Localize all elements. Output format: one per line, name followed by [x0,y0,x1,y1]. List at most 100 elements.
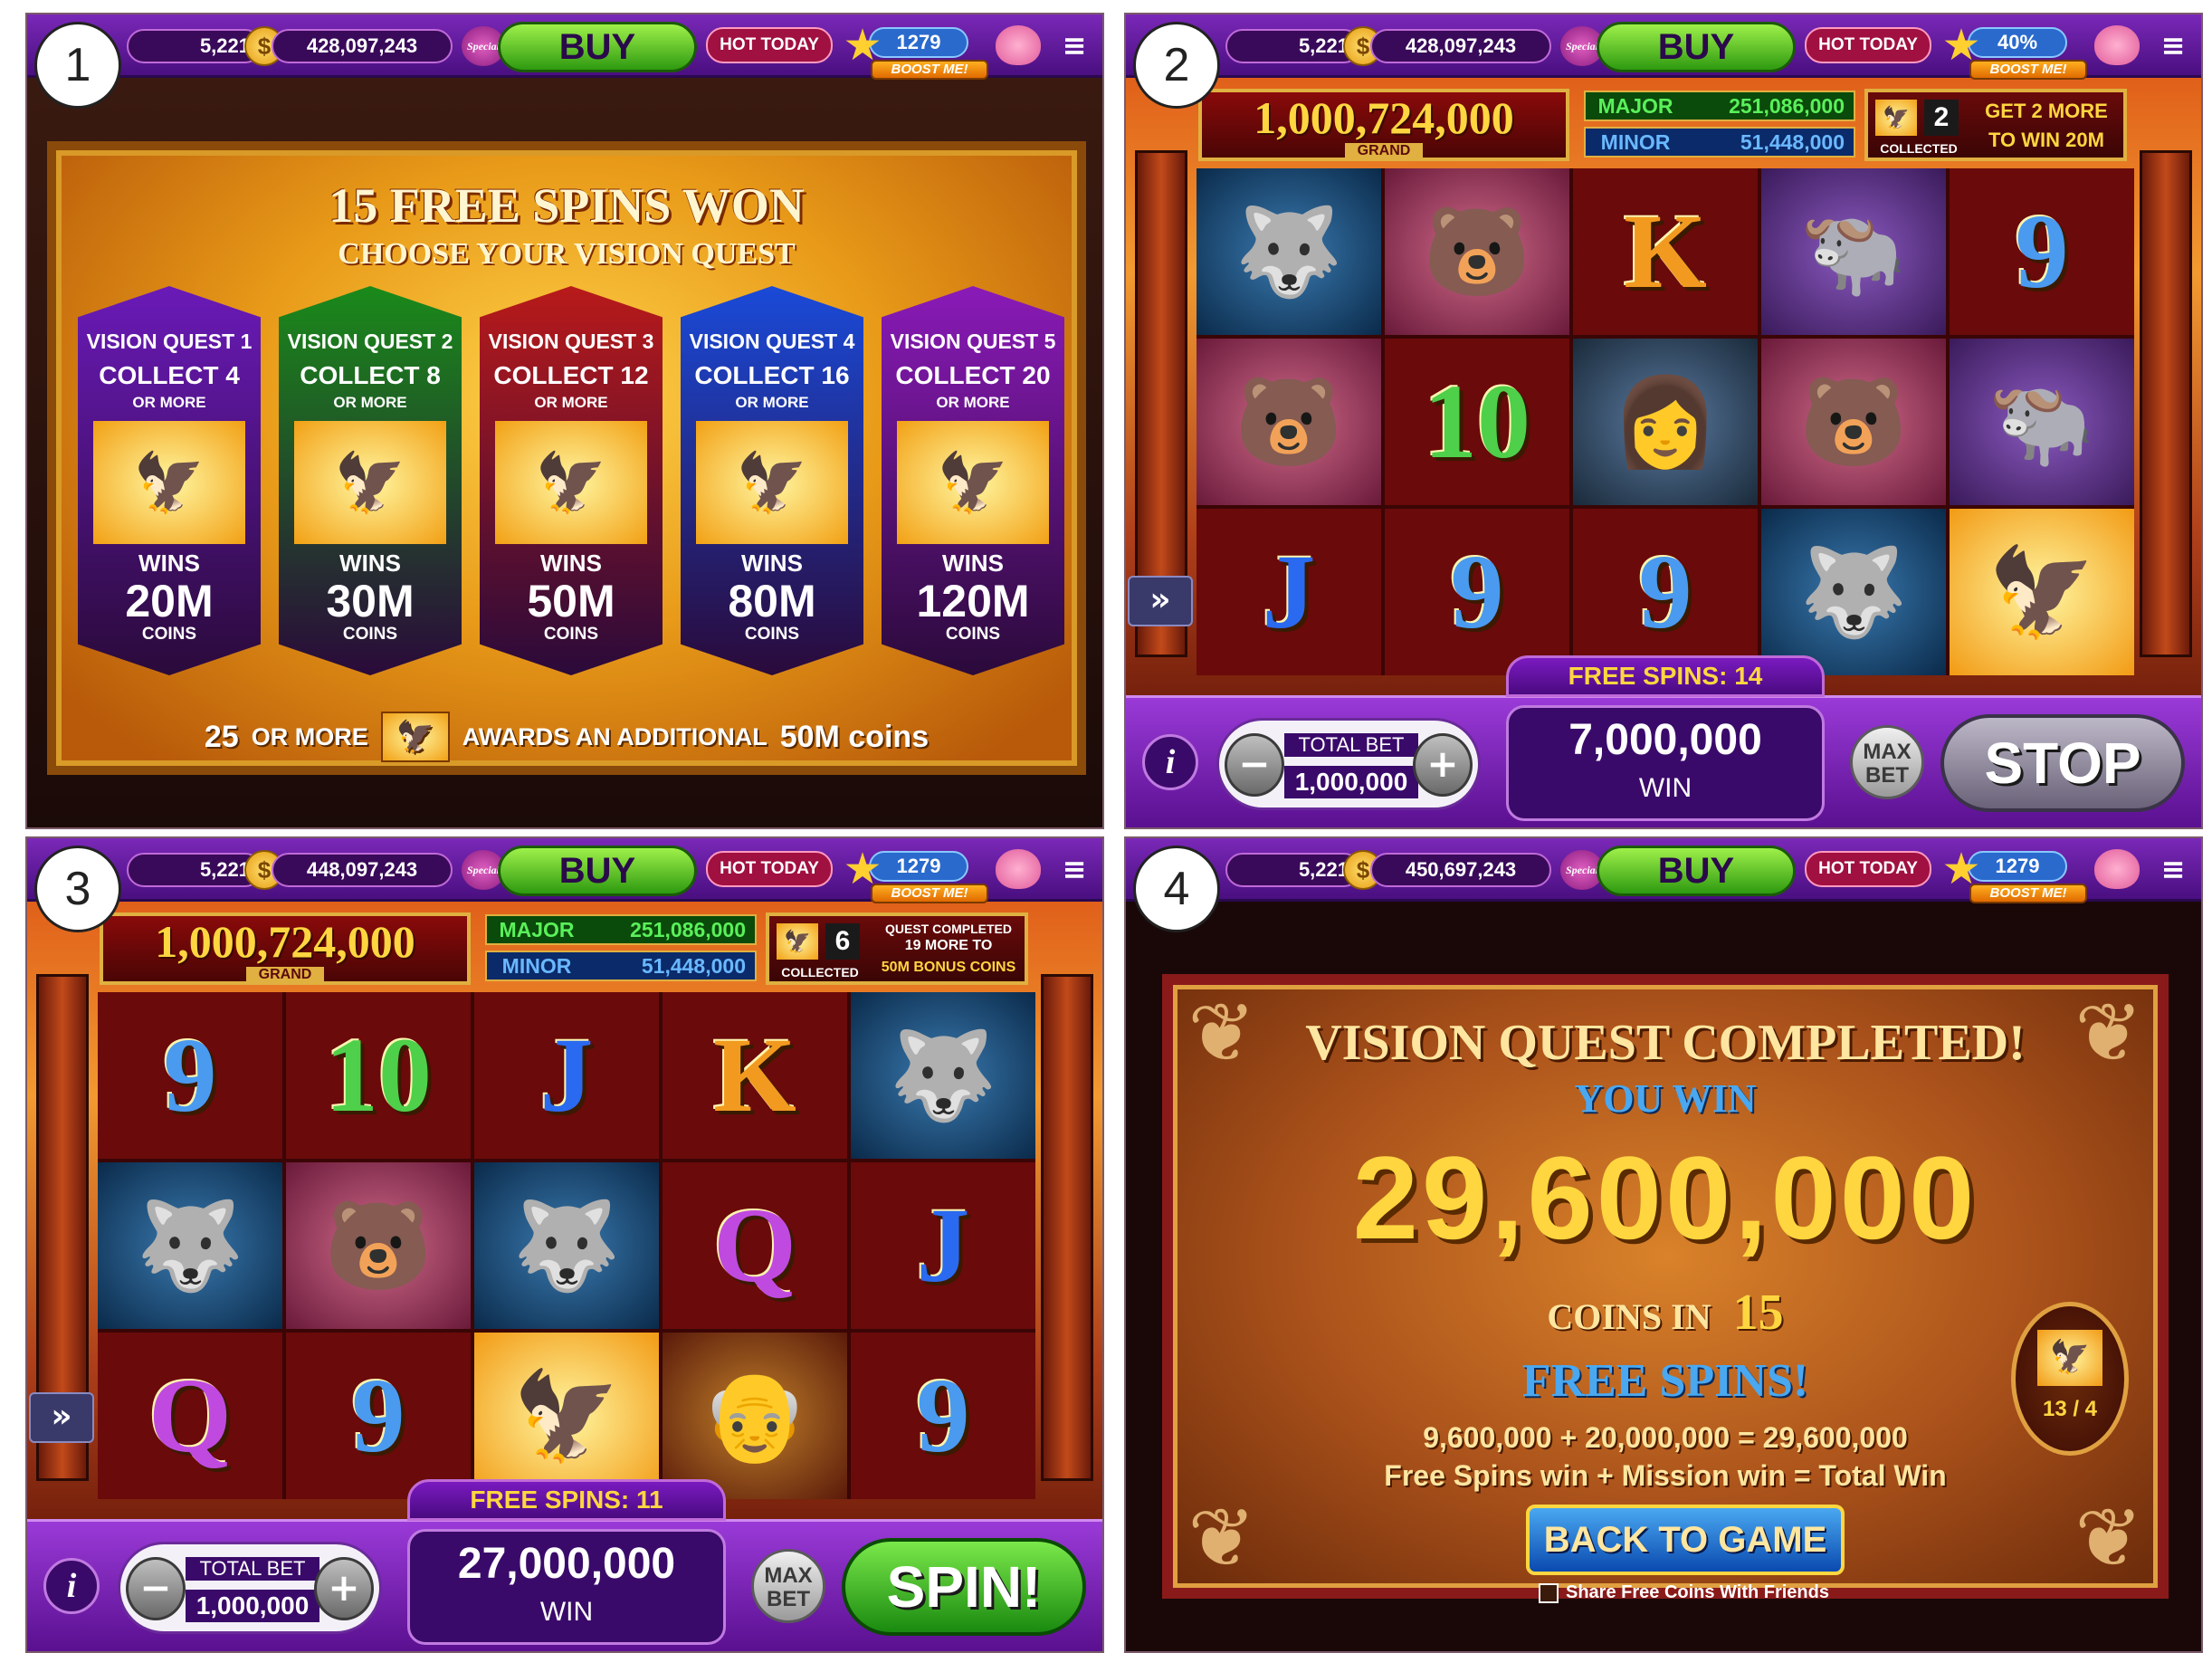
panel-2-free-spins: 2 5,221 $ 428,097,243 Special BUY HOT TO… [1124,13,2203,829]
win-label: WIN [539,1597,594,1627]
hot-today-button[interactable]: HOT TODAY [1805,851,1931,887]
info-icon[interactable]: i [1142,734,1198,790]
menu-icon[interactable]: ≡ [1061,855,1088,884]
quest-progress: 🦅 2 COLLECTED GET 2 MORE TO WIN 20M [1864,89,2127,161]
buy-button[interactable]: BUY [498,22,697,72]
boost-me-button[interactable]: BOOST ME! [1969,884,2087,903]
boost-me-button[interactable]: BOOST ME! [871,884,988,903]
level-counter: 5,221 [1225,29,1361,63]
hot-today-button[interactable]: HOT TODAY [706,851,833,887]
boost-me-button[interactable]: BOOST ME! [871,60,988,80]
boost-me-button[interactable]: BOOST ME! [1969,60,2087,80]
major-label: MAJOR [1597,93,1673,118]
reel-symbol-card-9: 9 [98,992,282,1159]
quest-progress: 🦅 6 COLLECTED QUEST COMPLETED 19 MORE TO… [766,912,1028,985]
back-to-game-button[interactable]: BACK TO GAME [1526,1505,1845,1575]
quest-title: VISION QUEST 1 [86,330,253,353]
buy-button[interactable]: BUY [498,846,697,896]
quest-title: VISION QUEST 2 [287,330,453,353]
woman-icon: 👩 [1611,371,1720,473]
vision-quest-1-option[interactable]: VISION QUEST 1 COLLECT 4 OR MORE 🦅 WINS 20M CO… [78,286,261,675]
piggy-bank-icon[interactable] [2094,849,2140,889]
quest-more: OR MORE [333,394,407,411]
eagle-icon: 🦅 [1988,541,2096,643]
buffalo-icon: 🐃 [1799,201,1908,302]
win-value: 27,000,000 [457,1540,676,1588]
max-bet-button[interactable]: MAX BET [751,1549,825,1623]
quest-message-1: GET 2 MORE [1985,100,2108,122]
panel-number-badge: 2 [1133,22,1220,109]
stop-button[interactable]: STOP [1940,714,2185,812]
fast-forward-icon[interactable]: » [1128,576,1193,626]
total-bet-value: 1,000,000 [186,1590,319,1622]
increase-bet-button[interactable]: + [1413,733,1473,797]
reel-symbol-card-J: J [1197,509,1381,675]
reel-symbol-wolf: 🐺 [851,992,1035,1159]
quest-more: OR MORE [936,394,1010,411]
bottom-bar: i − TOTAL BET 1,000,000 + 27,000,000 WIN… [27,1519,1102,1651]
menu-icon[interactable]: ≡ [1061,31,1088,60]
hot-today-button[interactable]: HOT TODAY [706,27,833,63]
hot-today-button[interactable]: HOT TODAY [1805,27,1931,63]
fast-forward-icon[interactable]: » [29,1392,94,1443]
footer-more: OR MORE [251,722,368,750]
buffalo-icon: 🐃 [1988,371,2096,473]
share-label: Share Free Coins With Friends [1566,1582,1829,1602]
reel-symbol-wolf: 🐺 [1761,509,1946,675]
quest-prize: 50M [527,576,615,626]
win-equation-labels: Free Spins win + Mission win = Total Win [1384,1459,1947,1492]
spin-button[interactable]: SPIN! [842,1538,1086,1636]
reel-symbol-woman: 👩 [1573,339,1758,505]
vision-quest-2-option[interactable]: VISION QUEST 2 COLLECT 8 OR MORE 🦅 WINS 30M CO… [279,286,462,675]
reel-symbol-card-10: 10 [286,992,471,1159]
quest-collect: COLLECT 12 [493,361,649,389]
major-value: 251,086,000 [1729,93,1845,118]
reel-symbol-card-9: 9 [1573,509,1758,675]
menu-icon[interactable]: ≡ [2160,855,2187,884]
minor-label: MINOR [1600,129,1671,154]
menu-icon[interactable]: ≡ [2160,31,2187,60]
win-display: 7,000,000 WIN [1506,705,1825,821]
footer-value: 50M coins [779,719,930,754]
reel-symbol-card-J: J [474,992,659,1159]
minor-jackpot: MINOR 51,448,000 [485,951,757,981]
buy-button[interactable]: BUY [1597,22,1796,72]
vision-quest-5-option[interactable]: VISION QUEST 5 COLLECT 20 OR MORE 🦅 WINS 120M… [882,286,1064,675]
eagle-icon: 🦅 [897,421,1049,544]
info-icon[interactable]: i [43,1558,100,1614]
quest-collect: COLLECT 4 [99,361,240,389]
collected-count: 6 [825,923,860,960]
vision-quest-board: 15 FREE SPINS WON CHOOSE YOUR VISION QUE… [47,141,1086,775]
collected-label: COLLECTED [1880,141,1958,156]
piggy-bank-icon[interactable] [2094,25,2140,65]
total-bet-control: − TOTAL BET 1,000,000 + [1216,718,1481,810]
coin-balance: 428,097,243 [272,29,453,63]
eagle-icon: 🦅 [380,712,450,762]
increase-bet-button[interactable]: + [314,1557,374,1620]
vision-quest-4-option[interactable]: VISION QUEST 4 COLLECT 16 OR MORE 🦅 WINS 80M C… [681,286,863,675]
share-option[interactable]: Share Free Coins With Friends [1539,1582,1829,1603]
slot-reels: 🐺 🐻 K 🐃 9 🐻 10 👩 🐻 🐃 J 9 9 🐺 🦅 [1197,168,2134,675]
quest-title: VISION QUEST 3 [488,330,654,353]
level-counter: 5,221 [127,853,262,887]
medal-progress: 13 / 4 [2042,1397,2098,1421]
share-checkbox[interactable] [1539,1582,1559,1603]
grand-jackpot: 1,000,724,000 GRAND [1198,89,1569,161]
quest-coins-label: COINS [543,625,599,644]
quest-coins-label: COINS [744,625,800,644]
piggy-bank-icon[interactable] [996,849,1041,889]
reel-symbol-wolf: 🐺 [474,1162,659,1329]
quest-prize: 20M [125,576,214,626]
max-bet-button[interactable]: MAX BET [1850,725,1924,799]
buy-button[interactable]: BUY [1597,846,1796,896]
total-win-amount: 29,600,000 [1352,1132,1978,1264]
wolf-icon: 🐺 [1799,541,1908,643]
spins-count: 15 [1732,1285,1784,1341]
reel-symbol-card-K: K [1573,168,1758,335]
bear-icon: 🐻 [1235,371,1343,473]
decrease-bet-button[interactable]: − [126,1557,186,1620]
piggy-bank-icon[interactable] [996,25,1041,65]
vision-quest-3-option[interactable]: VISION QUEST 3 COLLECT 12 OR MORE 🦅 WINS 50M C… [480,286,663,675]
reel-symbol-card-9: 9 [286,1333,471,1499]
decrease-bet-button[interactable]: − [1225,733,1284,797]
